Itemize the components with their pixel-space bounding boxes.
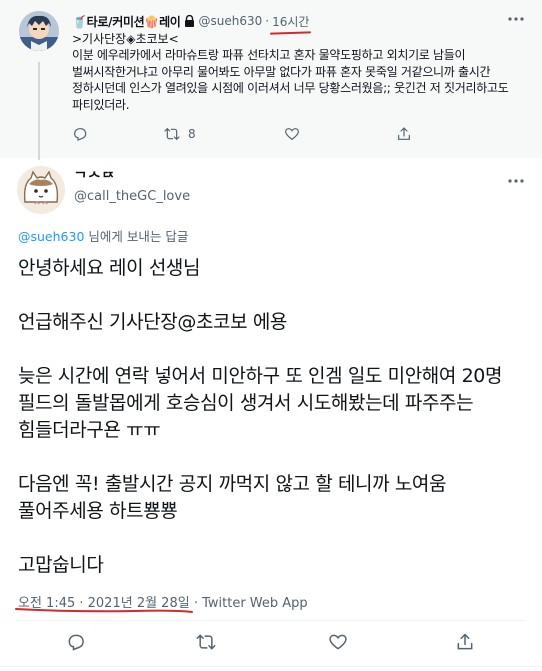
main-avatar[interactable]: [17, 166, 65, 214]
share-icon: [398, 127, 410, 140]
parent-share-button[interactable]: [396, 126, 412, 142]
parent-retweet-count: 8: [188, 127, 196, 141]
parent-handle[interactable]: @sueh630: [199, 14, 263, 28]
parent-like-button[interactable]: [284, 126, 308, 142]
red-underline-annotation: [15, 608, 193, 613]
parent-tweet[interactable]: 🥤타로/커미션🍿레이 @sueh630 · 16시간 >기사단장◈초코보< 이분…: [0, 0, 542, 160]
share-icon[interactable]: [455, 632, 475, 652]
bottom-divider: [0, 666, 542, 667]
paragraph: 늦은 시간에 연락 넣어서 미안하구 또 인겜 일도 미안해여 20명 필드의 …: [18, 365, 503, 441]
parent-reply-button[interactable]: [72, 126, 96, 142]
parent-avatar[interactable]: [19, 11, 59, 51]
main-display-name[interactable]: ᄀᄉᄃᄌ: [74, 170, 116, 182]
divider: [17, 620, 525, 621]
parent-display-name[interactable]: 🥤타로/커미션🍿레이: [72, 13, 181, 30]
paragraph: 언급해주신 기사단장@초코보 에용: [18, 311, 287, 333]
more-icon[interactable]: [506, 14, 526, 24]
main-tweet-body: 안녕하세요 레이 선생님 언급해주신 기사단장@초코보 에용 늦은 시간에 연락…: [18, 255, 533, 579]
client-link[interactable]: Twitter Web App: [202, 596, 308, 611]
replying-to: @sueh630 님에게 보내는 답글: [18, 226, 188, 245]
lock-icon: [184, 14, 195, 27]
parent-body-text: 이분 에우레카에서 라마슈트랑 파퓨 선타치고 혼자 물약도핑하고 외치기로 남…: [72, 48, 509, 112]
reply-to-handle-link[interactable]: @sueh630: [18, 229, 84, 244]
main-action-bar: [0, 632, 542, 656]
parent-subtitle: >기사단장◈초코보<: [72, 32, 179, 46]
reply-icon[interactable]: [66, 632, 86, 652]
retweet-icon[interactable]: [196, 632, 216, 652]
paragraph: 다음엔 꼭! 출발시간 공지 까먹지 않고 할 테니까 노여움 풀어주세용 하트…: [18, 473, 447, 522]
more-icon[interactable]: [506, 176, 526, 186]
parent-retweet-button[interactable]: 8: [164, 126, 196, 142]
main-handle[interactable]: @call_theGC_love: [74, 189, 190, 204]
paragraph: 고맙숩니다: [18, 554, 104, 576]
heart-icon: [285, 128, 299, 141]
reply-icon: [74, 128, 87, 141]
parent-action-bar: 8: [72, 126, 512, 146]
reply-to-suffix: 님에게 보내는 답글: [84, 229, 189, 244]
parent-timestamp[interactable]: 16시간: [272, 13, 309, 30]
separator-dot: ·: [265, 14, 270, 28]
parent-header: 🥤타로/커미션🍿레이 @sueh630 · 16시간: [72, 12, 309, 30]
retweet-icon: [164, 128, 180, 140]
heart-icon[interactable]: [328, 632, 348, 652]
paragraph: 안녕하세요 레이 선생님: [18, 257, 201, 279]
thread-line: [38, 62, 40, 160]
